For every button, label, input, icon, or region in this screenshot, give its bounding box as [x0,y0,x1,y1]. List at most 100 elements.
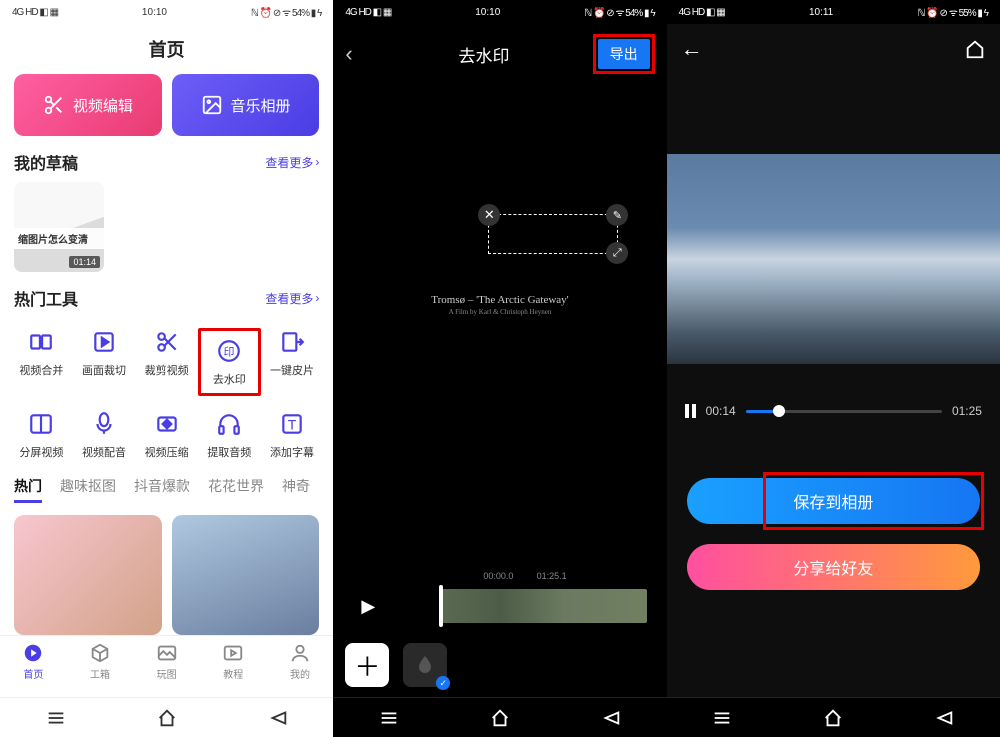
status-time: 10:10 [475,7,500,18]
recent-apps-button[interactable] [377,706,401,730]
timeline-end: 01:25.1 [537,571,567,581]
tool-crop[interactable]: 画面裁切 [73,328,136,396]
total-time: 01:25 [952,404,982,418]
home-button[interactable] [488,706,512,730]
export-highlight: 导出 [593,34,655,74]
view-more-link[interactable]: 查看更多› [265,154,319,171]
tool-merge[interactable]: 视频合并 [10,328,73,396]
tool-remove-watermark[interactable]: 印 去水印 [198,328,261,396]
tab-douyin[interactable]: 抖音爆款 [134,476,190,503]
add-button[interactable]: ＋ [345,643,389,687]
tool-skin[interactable]: 一键皮片 [261,328,324,396]
export-button[interactable]: 导出 [598,39,650,69]
card-label: 视频编辑 [73,95,133,116]
timeline-thumbnails [439,589,646,623]
tab-flowers[interactable]: 花花世界 [208,476,264,503]
back-button[interactable] [599,706,623,730]
close-icon[interactable]: ✕ [478,204,500,226]
check-icon: ✓ [436,676,450,690]
save-highlight [763,472,984,530]
draft-duration: 01:14 [69,256,100,268]
status-bar: 4G HD ◧ ▦ 10:10 ℕ ⏰ ⊘ ᯤ 54% ▮ ϟ [0,0,333,24]
cube-icon [89,642,111,664]
status-right-icons: ℕ ⏰ ⊘ ᯤ 54% ▮ ϟ [251,5,321,19]
scissors-icon [43,94,65,116]
svg-text:印: 印 [224,345,235,358]
music-album-card[interactable]: 音乐相册 [172,74,320,136]
draft-caption: 缩图片怎么变清 [14,228,104,249]
tool-dub[interactable]: 视频配音 [73,410,136,460]
recent-apps-button[interactable] [710,706,734,730]
status-left-icons: 4G HD ◧ ▦ [12,7,58,18]
home-icon [964,38,986,60]
video-icon [222,642,244,664]
system-nav [667,697,1000,737]
user-icon [289,642,311,664]
resize-icon[interactable]: ⤢ [606,242,628,264]
nav-play[interactable]: 玩图 [156,642,178,681]
home-icon-button[interactable] [964,38,986,60]
video-overlay-text: Tromsø – 'The Arctic Gateway' A Film by … [333,294,666,316]
watermark-tool-button[interactable]: ✓ [403,643,447,687]
tool-trim[interactable]: 裁剪视频 [135,328,198,396]
tab-hot[interactable]: 热门 [14,476,42,503]
progress-bar[interactable] [746,410,942,413]
screen-export-result: 4G HD ◧ ▦ 10:11 ℕ ⏰ ⊘ ᯤ 55% ▮ ϟ ← 00:14 … [667,0,1000,737]
screen-home: 4G HD ◧ ▦ 10:10 ℕ ⏰ ⊘ ᯤ 54% ▮ ϟ 首页 视频编辑 … [0,0,333,737]
back-button[interactable] [266,706,290,730]
editor-title: 去水印 [458,42,509,67]
tools-heading: 热门工具 [14,286,78,310]
pause-button[interactable] [685,404,696,418]
video-edit-card[interactable]: 视频编辑 [14,74,162,136]
tab-matting[interactable]: 趣味抠图 [60,476,116,503]
stamp-icon: 印 [216,338,242,364]
watermark-selection-box[interactable]: ✕ ✎ ⤢ [488,214,618,254]
playback-controls: 00:14 01:25 [667,394,1000,428]
view-more-link[interactable]: 查看更多› [265,290,319,307]
drafts-heading: 我的草稿 [14,150,78,174]
merge-icon [28,329,54,355]
template-item[interactable] [172,515,320,635]
system-nav [333,697,666,737]
tool-compress[interactable]: 视频压缩 [135,410,198,460]
picture-icon [156,642,178,664]
page-title: 首页 [0,24,333,74]
status-left-icons: 4G HD ◧ ▦ [345,7,391,18]
status-right-icons: ℕ ⏰ ⊘ ᯤ 55% ▮ ϟ [918,5,988,19]
home-icon [22,642,44,664]
tool-subtitle[interactable]: T 添加字幕 [261,410,324,460]
share-button[interactable]: 分享给好友 [687,544,980,590]
magic-icon [279,329,305,355]
home-button[interactable] [155,706,179,730]
back-button[interactable]: ← [681,36,703,62]
tab-magic[interactable]: 神奇 [282,476,310,503]
nav-me[interactable]: 我的 [289,642,311,681]
playhead[interactable] [439,585,443,627]
template-item[interactable] [14,515,162,635]
edit-icon[interactable]: ✎ [606,204,628,226]
progress-knob[interactable] [773,405,785,417]
video-preview[interactable] [667,154,1000,364]
current-time: 00:14 [706,404,736,418]
timeline-track[interactable] [403,589,656,623]
card-label: 音乐相册 [231,95,291,116]
home-button[interactable] [821,706,845,730]
tool-grid: 视频合并 画面裁切 裁剪视频 印 去水印 一键皮片 分屏视频 视频配音 视频压缩 [0,318,333,466]
text-icon: T [279,411,305,437]
nav-tutorial[interactable]: 教程 [222,642,244,681]
tool-split[interactable]: 分屏视频 [10,410,73,460]
draft-item[interactable]: 缩图片怎么变清 01:14 [14,182,104,272]
video-canvas[interactable]: ✕ ✎ ⤢ Tromsø – 'The Arctic Gateway' A Fi… [333,84,666,563]
back-button[interactable] [932,706,956,730]
status-time: 10:11 [809,7,833,18]
recent-apps-button[interactable] [44,706,68,730]
play-button[interactable]: ▶ [343,596,393,617]
nav-toolbox[interactable]: 工箱 [89,642,111,681]
timeline-start: 00:00.0 [483,571,513,581]
tool-extract-audio[interactable]: 提取音频 [198,410,261,460]
crop-icon [91,329,117,355]
nav-home[interactable]: 首页 [22,642,44,681]
back-button[interactable]: ‹ [345,41,375,67]
cut-icon [154,329,180,355]
status-bar: 4G HD ◧ ▦ 10:11 ℕ ⏰ ⊘ ᯤ 55% ▮ ϟ [667,0,1000,24]
